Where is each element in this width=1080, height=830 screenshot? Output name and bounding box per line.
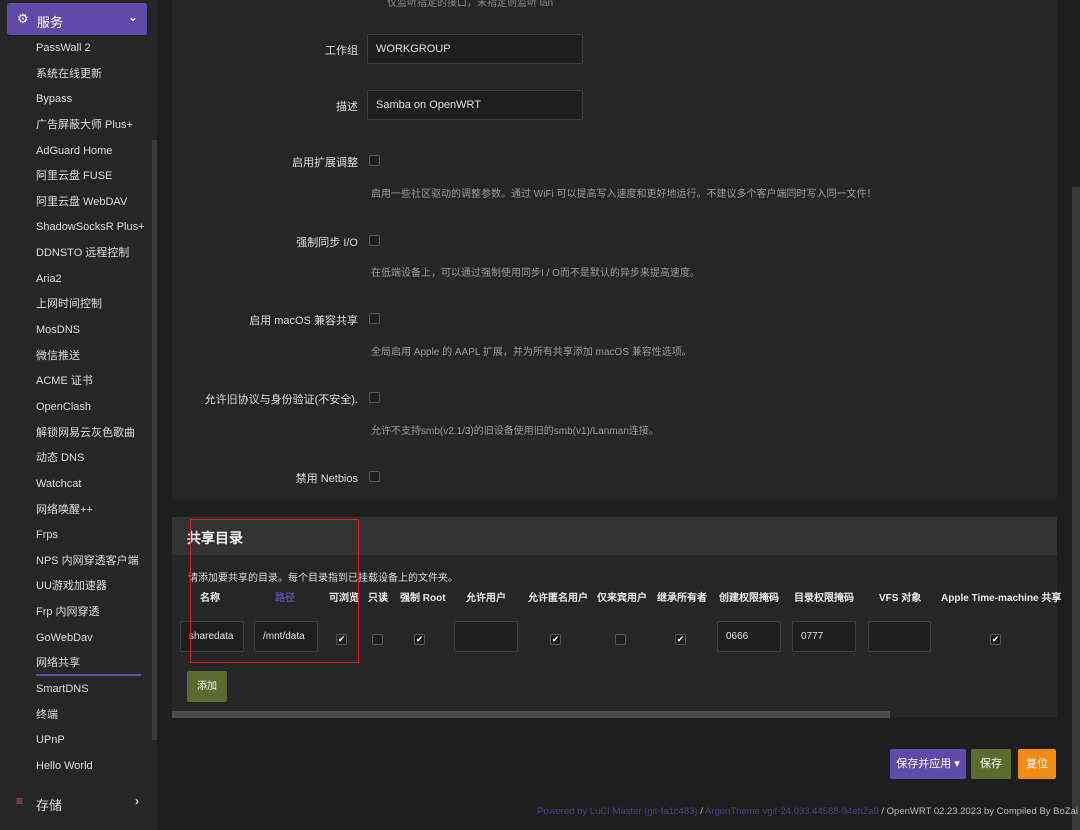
chevron-down-icon: ⌄ xyxy=(127,10,138,24)
readonly-checkbox[interactable] xyxy=(372,634,383,645)
description-input[interactable]: Samba on OpenWRT xyxy=(367,90,583,120)
timemachine-checkbox[interactable]: ✔ xyxy=(990,634,1001,645)
samba-settings-panel: 仅监听指定的接口，未指定则监听 lan 工作组 WORKGROUP 描述 Sam… xyxy=(172,0,1057,500)
sidebar-item[interactable]: 阿里云盘 WebDAV xyxy=(0,190,157,216)
col-allow-guests: 允许匿名用户 xyxy=(528,593,588,604)
chevron-right-icon: › xyxy=(135,794,139,808)
sidebar-item[interactable]: 网络唤醒++ xyxy=(0,498,157,524)
luci-link[interactable]: Powered by LuCI Master (git-fa1c483) xyxy=(537,806,698,817)
sidebar-item[interactable]: 上网时间控制 xyxy=(0,292,157,318)
allow-guests-checkbox[interactable]: ✔ xyxy=(550,634,561,645)
sidebar-item[interactable]: Hello World xyxy=(0,754,157,780)
ext-tune-checkbox[interactable] xyxy=(369,155,380,166)
openwrt-info: / OpenWRT 02.23.2023 by Compiled By BoZa… xyxy=(881,806,1078,817)
sidebar-item[interactable]: ShadowSocksR Plus+ xyxy=(0,215,157,241)
sidebar-item[interactable]: NPS 内网穿透客户端 xyxy=(0,549,157,575)
sidebar-item[interactable]: Aria2 xyxy=(0,267,157,293)
sidebar-item[interactable]: AdGuard Home xyxy=(0,139,157,165)
macos-desc: 全局启用 Apple 的 AAPL 扩展，并为所有共享添加 macOS 兼容性选… xyxy=(371,347,692,358)
vfs-input[interactable] xyxy=(868,621,931,652)
sidebar-item[interactable]: Watchcat xyxy=(0,472,157,498)
sidebar-item[interactable]: Frp 内网穿透 xyxy=(0,600,157,626)
menu-storage[interactable]: ≡ 存储 › xyxy=(0,790,157,816)
sidebar-item[interactable]: OpenClash xyxy=(0,395,157,421)
sidebar-item[interactable]: 系统在线更新 xyxy=(0,62,157,88)
sidebar-item[interactable]: UPnP xyxy=(0,728,157,754)
description-label: 描述 xyxy=(336,101,358,113)
sidebar: ⚙ 服务 ⌄ PassWall 2 系统在线更新 Bypass 广告屏蔽大师 Plus… xyxy=(0,0,157,830)
menu-services[interactable]: ⚙ 服务 ⌄ xyxy=(7,3,147,35)
col-create-mask: 创建权限掩码 xyxy=(719,593,779,604)
sidebar-item[interactable]: 阿里云盘 FUSE xyxy=(0,164,157,190)
macos-label: 启用 macOS 兼容共享 xyxy=(249,315,358,327)
legacy-label: 允许旧协议与身份验证(不安全). xyxy=(204,394,358,406)
guest-only-checkbox[interactable] xyxy=(615,634,626,645)
legacy-desc: 允许不支持smb(v2.1/3)的旧设备使用旧的smb(v1)/Lanman连接… xyxy=(371,426,659,437)
sidebar-item[interactable]: 解锁网易云灰色歌曲 xyxy=(0,421,157,447)
sidebar-item[interactable]: MosDNS xyxy=(0,318,157,344)
col-force-root: 强制 Root xyxy=(400,593,446,604)
save-apply-button[interactable]: 保存并应用 ▾ xyxy=(890,749,966,779)
sidebar-item[interactable]: 动态 DNS xyxy=(0,446,157,472)
sync-io-label: 强制同步 I/O xyxy=(296,237,358,249)
reset-button[interactable]: 复位 xyxy=(1018,749,1056,779)
footer: Powered by LuCI Master (git-fa1c483) / A… xyxy=(537,806,1078,817)
col-vfs: VFS 对象 xyxy=(879,593,922,604)
sidebar-item[interactable]: 网络共享 xyxy=(0,651,157,677)
main-content: 仅监听指定的接口，未指定则监听 lan 工作组 WORKGROUP 描述 Sam… xyxy=(157,0,1080,830)
netbios-checkbox[interactable] xyxy=(369,471,380,482)
force-root-checkbox[interactable]: ✔ xyxy=(414,634,425,645)
sidebar-item[interactable]: DDNSTO 远程控制 xyxy=(0,241,157,267)
page-scrollbar[interactable] xyxy=(1072,187,1080,830)
col-dir-mask: 目录权限掩码 xyxy=(794,593,854,604)
theme-link[interactable]: ArgonTheme vgit-24.033.44588-94eb2a9 xyxy=(705,806,879,817)
gears-icon: ⚙ xyxy=(17,11,29,26)
macos-checkbox[interactable] xyxy=(369,313,380,324)
sidebar-item[interactable]: SmartDNS xyxy=(0,677,157,703)
col-allow-users: 允许用户 xyxy=(466,593,506,604)
shares-panel: 共享目录 请添加要共享的目录。每个目录指到已挂载设备上的文件夹。 名称 路径 可… xyxy=(172,517,1061,718)
col-inherit-owner: 继承所有者 xyxy=(657,593,707,604)
col-readonly: 只读 xyxy=(368,593,388,604)
sidebar-item[interactable]: ACME 证书 xyxy=(0,369,157,395)
save-button[interactable]: 保存 xyxy=(971,749,1011,779)
sidebar-item[interactable]: Bypass xyxy=(0,87,157,113)
highlight-box xyxy=(190,519,359,663)
ext-tune-desc: 启用一些社区驱动的调整参数。通过 WiFi 可以提高写入速度和更好地运行。不建议… xyxy=(371,189,877,200)
create-mask-input[interactable]: 0666 xyxy=(717,621,781,652)
sidebar-item[interactable]: UU游戏加速器 xyxy=(0,574,157,600)
menu-storage-label: 存储 xyxy=(36,798,63,813)
allow-users-input[interactable] xyxy=(454,621,518,652)
sidebar-item[interactable]: PassWall 2 xyxy=(0,36,157,62)
sync-io-checkbox[interactable] xyxy=(369,235,380,246)
sidebar-item[interactable]: 广告屏蔽大师 Plus+ xyxy=(0,113,157,139)
database-icon: ≡ xyxy=(16,794,24,808)
sidebar-item[interactable]: GoWebDav xyxy=(0,626,157,652)
sidebar-item[interactable]: 终端 xyxy=(0,703,157,729)
col-guest-only: 仅来宾用户 xyxy=(597,593,647,604)
save-apply-label: 保存并应用 xyxy=(896,758,952,770)
caret-down-icon: ▾ xyxy=(954,758,960,770)
interface-hint: 仅监听指定的接口，未指定则监听 lan xyxy=(387,0,554,9)
col-timemachine: Apple Time-machine 共享 xyxy=(941,593,1062,604)
sidebar-item[interactable]: Frps xyxy=(0,523,157,549)
sync-io-desc: 在低端设备上，可以通过强制使用同步I / O而不是默认的异步来提高速度。 xyxy=(371,268,700,279)
sidebar-item[interactable]: 微信推送 xyxy=(0,344,157,370)
dir-mask-input[interactable]: 0777 xyxy=(792,621,856,652)
inherit-owner-checkbox[interactable]: ✔ xyxy=(675,634,686,645)
legacy-checkbox[interactable] xyxy=(369,392,380,403)
add-share-button[interactable]: 添加 xyxy=(187,671,227,702)
menu-services-label: 服务 xyxy=(37,15,64,30)
netbios-label: 禁用 Netbios xyxy=(295,473,358,485)
workgroup-input[interactable]: WORKGROUP xyxy=(367,34,583,64)
table-hscrollbar[interactable] xyxy=(172,711,890,718)
services-submenu: PassWall 2 系统在线更新 Bypass 广告屏蔽大师 Plus+ AdGuar… xyxy=(0,36,157,780)
ext-tune-label: 启用扩展调整 xyxy=(292,157,358,169)
workgroup-label: 工作组 xyxy=(325,45,358,57)
